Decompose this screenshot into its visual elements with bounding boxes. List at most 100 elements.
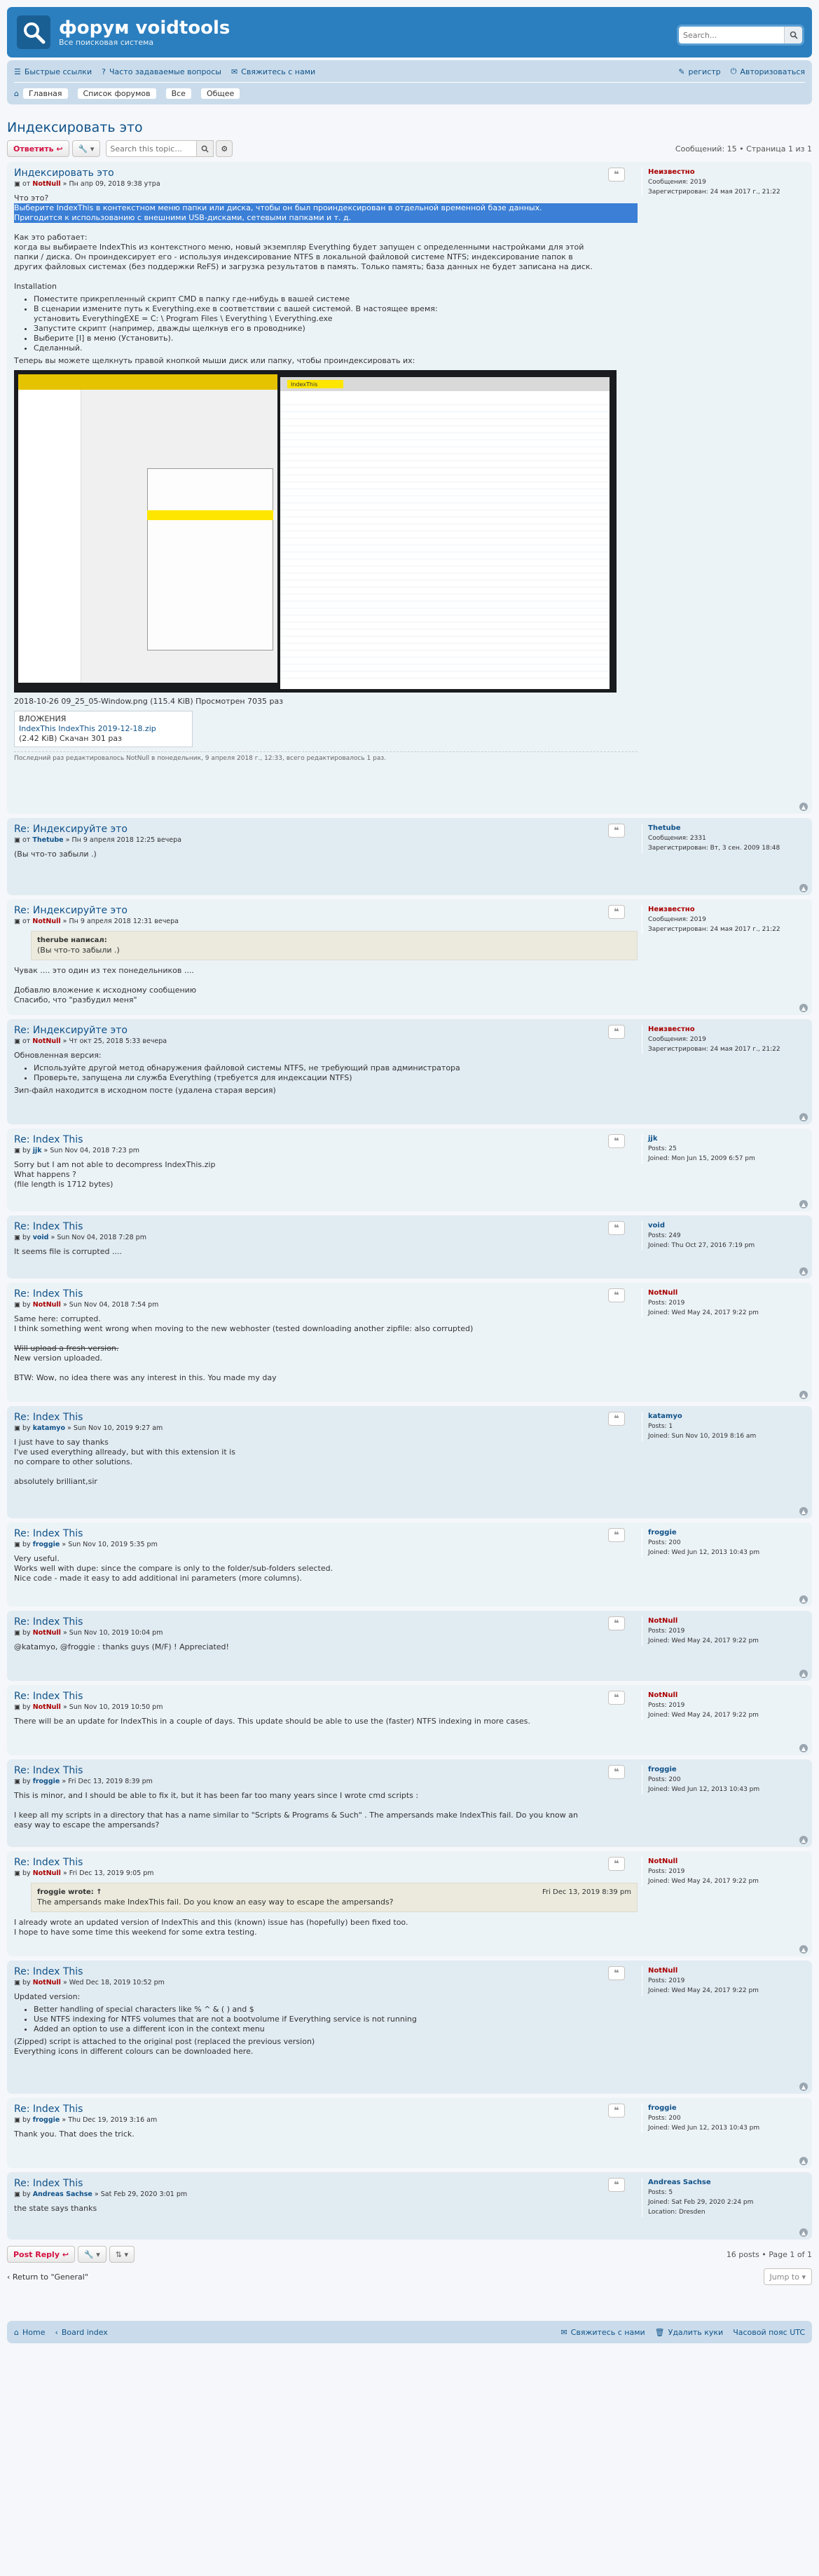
post-title[interactable]: Re: Index This [14, 1134, 638, 1145]
file-icon[interactable]: ▣ [14, 1703, 22, 1711]
footer-contact-link[interactable]: ✉ Свяжитесь с нами [560, 2328, 645, 2337]
return-link[interactable]: ‹ Return to "General" [7, 2272, 88, 2282]
attachment-link[interactable]: IndexThis IndexThis 2019-12-18.zip [19, 724, 156, 733]
header-search-input[interactable] [679, 27, 784, 43]
author-name[interactable]: Thetube [32, 836, 63, 844]
quote-button[interactable]: ❝ [608, 1025, 625, 1039]
search-icon[interactable] [784, 27, 802, 43]
register-link[interactable]: ✎ регистр [678, 67, 720, 76]
quote-button[interactable]: ❝ [608, 1134, 625, 1148]
profile-username[interactable]: froggie [648, 2104, 799, 2113]
quote-button[interactable]: ❝ [608, 1221, 625, 1235]
breadcrumb-item[interactable]: Общее [200, 88, 240, 99]
post-title[interactable]: Индексировать это [14, 168, 638, 179]
post-title[interactable]: Re: Index This [14, 2178, 638, 2189]
profile-username[interactable]: NotNull [648, 1616, 799, 1626]
breadcrumb-item[interactable]: Главная [22, 88, 68, 99]
file-icon[interactable]: ▣ [14, 1147, 22, 1154]
profile-username[interactable]: Thetube [648, 824, 799, 833]
profile-username[interactable]: Неизвестно [648, 905, 799, 915]
file-icon[interactable]: ▣ [14, 918, 22, 925]
post-title[interactable]: Re: Index This [14, 1221, 638, 1232]
back-to-top-icon[interactable]: ▲ [799, 1200, 808, 1208]
author-name[interactable]: froggie [33, 1778, 60, 1785]
jump-to-select[interactable]: Jump to ▾ [763, 2268, 812, 2285]
author-name[interactable]: Andreas Sachse [33, 2190, 92, 2198]
sort-button[interactable]: ⇅ ▾ [109, 2246, 135, 2263]
back-to-top-icon[interactable]: ▲ [799, 2083, 808, 2091]
quote-button[interactable]: ❝ [608, 168, 625, 182]
profile-username[interactable]: NotNull [648, 1288, 799, 1298]
back-to-top-icon[interactable]: ▲ [799, 2228, 808, 2237]
tools-button[interactable]: 🔧 ▾ [71, 140, 101, 157]
profile-username[interactable]: Andreas Sachse [648, 2178, 799, 2188]
breadcrumb-item[interactable]: Список форумов [77, 88, 156, 99]
file-icon[interactable]: ▣ [14, 1234, 22, 1241]
author-name[interactable]: NotNull [32, 1037, 60, 1045]
quote-button[interactable]: ❝ [608, 1412, 625, 1426]
file-icon[interactable]: ▣ [14, 1869, 22, 1877]
post-title[interactable]: Re: Индексируйте это [14, 1025, 638, 1036]
profile-username[interactable]: void [648, 1221, 799, 1231]
back-to-top-icon[interactable]: ▲ [799, 1744, 808, 1752]
author-name[interactable]: void [33, 1234, 49, 1241]
post-title[interactable]: Re: Index This [14, 1528, 638, 1539]
topic-title[interactable]: Индексировать это [7, 120, 812, 135]
post-title[interactable]: Re: Index This [14, 2104, 638, 2115]
post-title[interactable]: Re: Index This [14, 1691, 638, 1702]
site-logo[interactable] [17, 15, 50, 49]
profile-username[interactable]: katamyo [648, 1412, 799, 1422]
profile-username[interactable]: NotNull [648, 1857, 799, 1867]
author-name[interactable]: NotNull [33, 1301, 61, 1309]
author-name[interactable]: NotNull [33, 1869, 61, 1877]
author-name[interactable]: NotNull [33, 1703, 61, 1711]
profile-username[interactable]: Неизвестно [648, 168, 799, 177]
post-reply-button[interactable]: Post Reply ↩ [7, 2246, 76, 2263]
file-icon[interactable]: ▣ [14, 1778, 22, 1785]
post-title[interactable]: Re: Index This [14, 1966, 638, 1977]
post-title[interactable]: Re: Индексируйте это [14, 905, 638, 916]
post-title[interactable]: Re: Index This [14, 1857, 638, 1868]
breadcrumb-item[interactable]: Все [165, 88, 191, 99]
author-name[interactable]: NotNull [32, 180, 60, 188]
tools-button[interactable]: 🔧 ▾ [78, 2246, 106, 2263]
back-to-top-icon[interactable]: ▲ [799, 1004, 808, 1012]
profile-username[interactable]: jjk [648, 1134, 799, 1144]
post-title[interactable]: Re: Index This [14, 1765, 638, 1776]
quote-button[interactable]: ❝ [608, 1765, 625, 1779]
profile-username[interactable]: NotNull [648, 1691, 799, 1701]
faq-link[interactable]: ? Часто задаваемые вопросы [102, 67, 221, 76]
reply-button[interactable]: Ответить ↩ [7, 140, 69, 157]
file-icon[interactable]: ▣ [14, 1037, 22, 1045]
back-to-top-icon[interactable]: ▲ [799, 2157, 808, 2165]
back-to-top-icon[interactable]: ▲ [799, 1113, 808, 1122]
quick-links-menu[interactable]: ☰ Быстрые ссылки [14, 67, 92, 76]
back-to-top-icon[interactable]: ▲ [799, 803, 808, 811]
topic-search-input[interactable] [106, 140, 198, 157]
quote-button[interactable]: ❝ [608, 824, 625, 838]
back-to-top-icon[interactable]: ▲ [799, 1507, 808, 1515]
gear-icon[interactable]: ⚙ [216, 140, 233, 157]
home-icon[interactable]: ⌂ [14, 89, 19, 98]
quote-button[interactable]: ❝ [608, 1966, 625, 1980]
profile-username[interactable]: froggie [648, 1765, 799, 1775]
footer-home-link[interactable]: ⌂ Home [14, 2328, 45, 2337]
file-icon[interactable]: ▣ [14, 1424, 22, 1432]
back-to-top-icon[interactable]: ▲ [799, 884, 808, 892]
quote-button[interactable]: ❝ [608, 905, 625, 919]
author-name[interactable]: NotNull [33, 1979, 61, 1986]
author-name[interactable]: froggie [33, 1541, 60, 1548]
file-icon[interactable]: ▣ [14, 180, 22, 188]
login-link[interactable]: ⏻ Авторизоваться [731, 67, 805, 76]
file-icon[interactable]: ▣ [14, 2190, 22, 2198]
post-title[interactable]: Re: Index This [14, 1288, 638, 1300]
attached-screenshot[interactable]: IndexThis [14, 370, 617, 693]
back-to-top-icon[interactable]: ▲ [799, 1670, 808, 1678]
quote-button[interactable]: ❝ [608, 1857, 625, 1871]
delete-cookies-link[interactable]: 🗑 Удалить куки [655, 2328, 724, 2337]
quote-button[interactable]: ❝ [608, 1528, 625, 1542]
quote-button[interactable]: ❝ [608, 2104, 625, 2118]
file-icon[interactable]: ▣ [14, 2116, 22, 2124]
search-icon[interactable] [197, 140, 214, 157]
profile-username[interactable]: froggie [648, 1528, 799, 1538]
